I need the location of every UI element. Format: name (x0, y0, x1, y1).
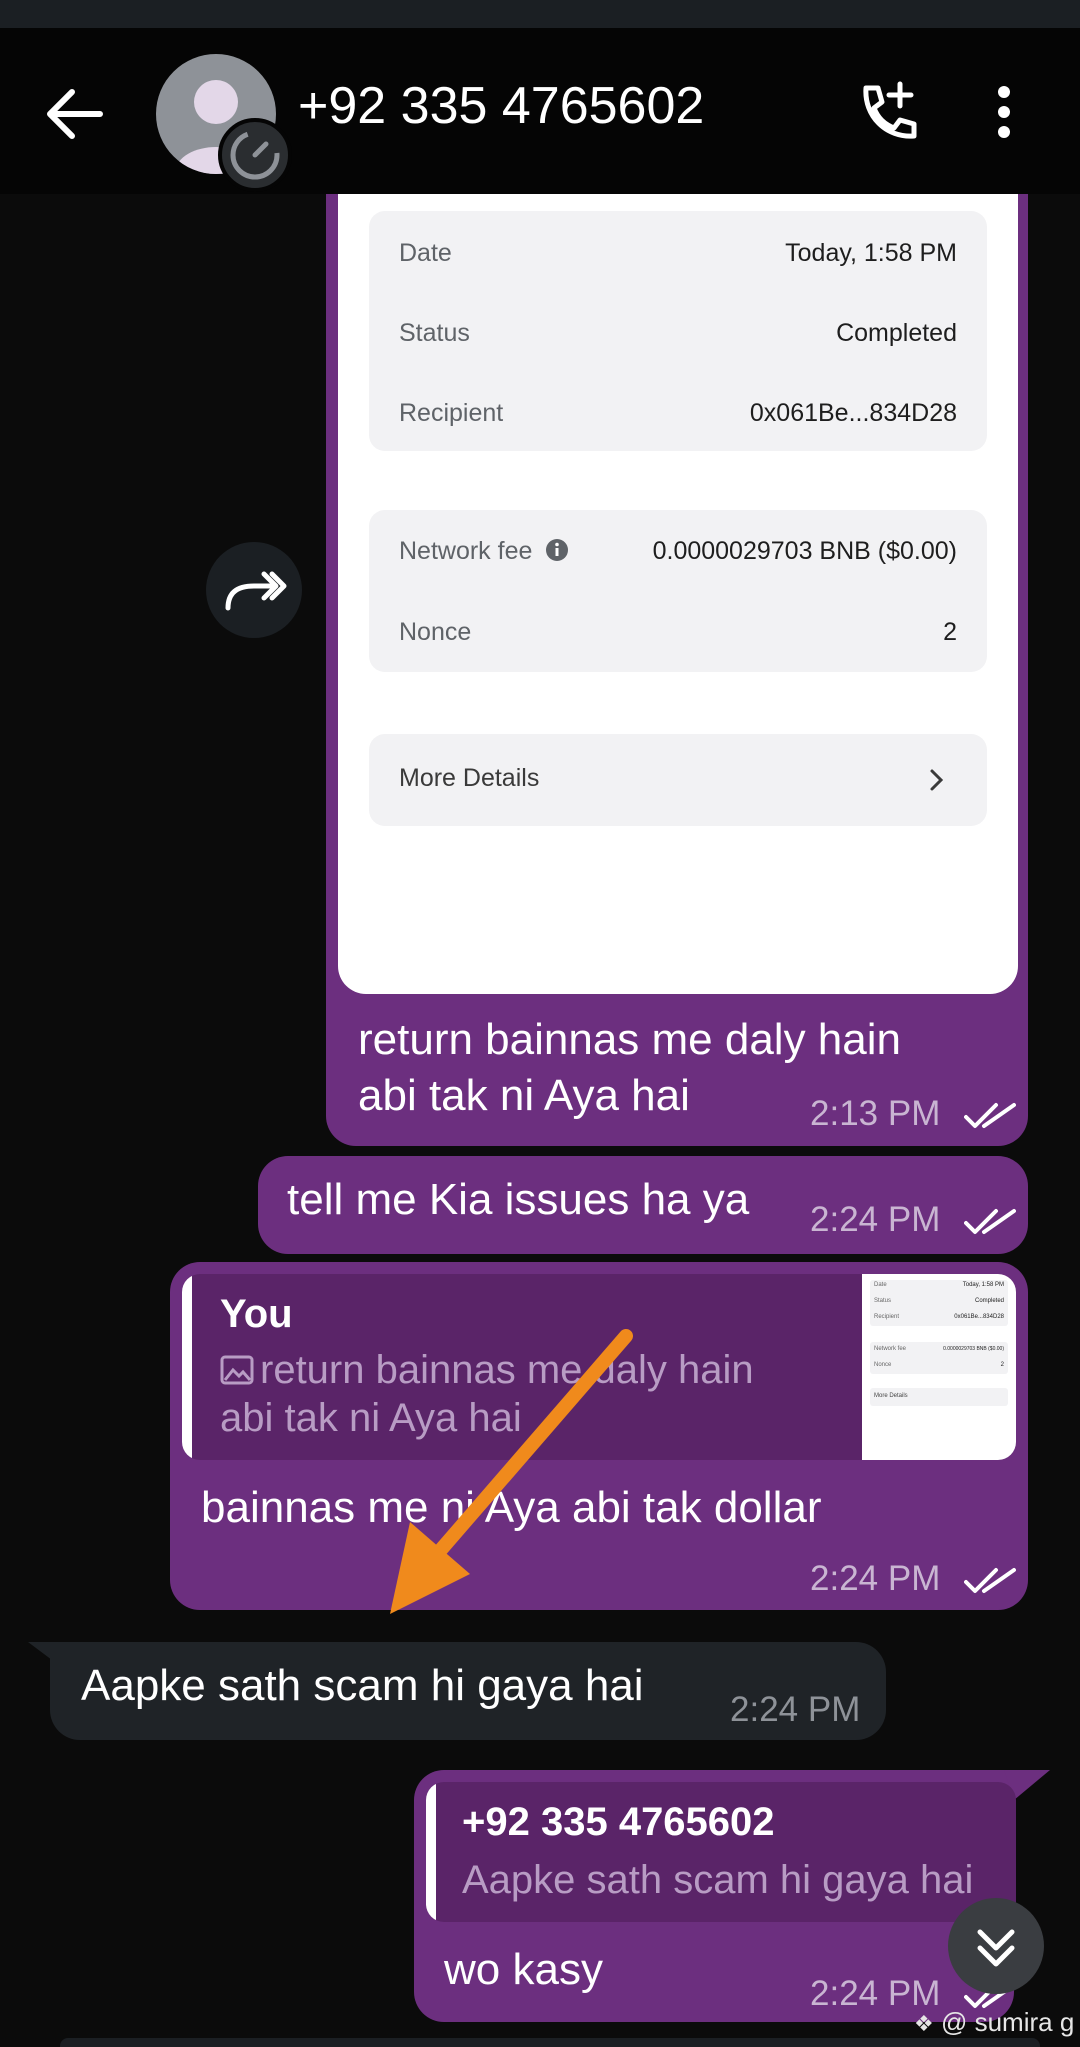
time-label: 2:24 PM (810, 1559, 941, 1598)
thumb-nonce-value: 2 (1000, 1362, 1004, 1368)
quote-accent-bar (426, 1782, 436, 1922)
receipt-screenshot[interactable]: Date Today, 1:58 PM Status Completed Rec… (338, 194, 1018, 994)
row-value: Completed (836, 319, 957, 347)
message-text-line2: abi tak ni Aya hai (358, 1071, 690, 1120)
quote-accent-bar (182, 1274, 192, 1460)
time-label: 2:24 PM (810, 1200, 941, 1239)
quoted-message[interactable]: You return bainnas me daly hain abi tak … (182, 1274, 1016, 1460)
thumb-status-label: Status (874, 1298, 892, 1304)
message-time: 2:13 PM (810, 1094, 1017, 1134)
contact-title[interactable]: +92 335 4765602 (298, 76, 704, 136)
back-arrow-icon[interactable] (42, 84, 106, 144)
receipt-fee-card: Network fee 0.0000029703 BNB ($0.00) Non… (369, 510, 987, 672)
quoted-message[interactable]: +92 335 4765602 Aapke sath scam hi gaya … (426, 1782, 1016, 1922)
message-time: 2:24 PM (810, 1559, 1017, 1599)
add-call-icon[interactable] (856, 80, 920, 144)
info-icon (546, 539, 569, 561)
message-text: Aapke sath scam hi gaya hai (81, 1661, 644, 1710)
receipt-details-card: Date Today, 1:58 PM Status Completed Rec… (369, 211, 987, 451)
row-value: 2 (943, 618, 957, 646)
watermark: ❖ @ sumira g (914, 2007, 1074, 2038)
double-check-icon (964, 1567, 1017, 1593)
forward-button[interactable] (206, 542, 302, 638)
forward-icon (225, 571, 287, 611)
quote-thumbnail: Date Today, 1:58 PM Status Completed Rec… (862, 1274, 1016, 1460)
message-time: 2:24 PM (810, 1200, 1017, 1240)
quote-author: +92 335 4765602 (462, 1800, 775, 1844)
message-time: 2:24 PM (730, 1690, 861, 1729)
row-value: 0.0000029703 BNB ($0.00) (652, 537, 957, 565)
message-text: tell me Kia issues ha ya (287, 1175, 750, 1224)
quote-text-line1: return bainnas me daly hain (220, 1348, 754, 1393)
row-label: Date (399, 239, 452, 267)
more-vertical-icon[interactable] (992, 84, 1016, 140)
thumb-more-label: More Details (874, 1393, 908, 1399)
network-fee-label: Network fee (399, 537, 533, 565)
more-details-label: More Details (399, 764, 540, 792)
thumb-date-label: Date (874, 1282, 887, 1288)
thumb-date-value: Today, 1:58 PM (962, 1282, 1004, 1288)
double-check-icon (964, 1102, 1017, 1128)
message-text: wo kasy (444, 1945, 603, 1994)
quote-author: You (220, 1292, 293, 1336)
double-check-icon (964, 1208, 1017, 1234)
row-label: Recipient (399, 399, 504, 427)
status-timer-icon (218, 118, 292, 192)
thumb-status-value: Completed (974, 1298, 1004, 1304)
quote-line1: return bainnas me daly hain (260, 1348, 754, 1392)
message-text: bainnas me ni Aya abi tak dollar (201, 1483, 822, 1532)
diamond-icon: ❖ (914, 2011, 934, 2036)
image-icon (220, 1355, 254, 1385)
thumb-fee-value: 0.0000029703 BNB ($0.00) (943, 1346, 1004, 1352)
thumb-recipient-label: Recipient (874, 1314, 900, 1320)
input-bar-edge (60, 2038, 1040, 2047)
row-label: Network fee (399, 537, 569, 566)
chevron-right-icon (930, 769, 944, 791)
time-label: 2:13 PM (810, 1094, 941, 1133)
row-value: Today, 1:58 PM (785, 239, 957, 267)
row-value: 0x061Be...834D28 (749, 399, 957, 427)
thumb-recipient-value: 0x061Be...834D28 (954, 1314, 1004, 1320)
row-label: Nonce (399, 618, 472, 646)
thumb-nonce-label: Nonce (874, 1362, 892, 1368)
status-bar (0, 0, 1080, 28)
thumb-fee-label: Network fee (874, 1346, 907, 1352)
quote-text-line2: abi tak ni Aya hai (220, 1396, 522, 1440)
scroll-to-bottom-button[interactable] (948, 1898, 1044, 1994)
watermark-text: @ sumira g (940, 2007, 1075, 2037)
row-label: Status (399, 319, 470, 347)
double-chevron-down-icon (977, 1929, 1015, 1967)
message-text-line1: return bainnas me daly hain (358, 1015, 901, 1064)
quote-text: Aapke sath scam hi gaya hai (462, 1858, 974, 1902)
more-details-row: More Details (369, 734, 987, 826)
